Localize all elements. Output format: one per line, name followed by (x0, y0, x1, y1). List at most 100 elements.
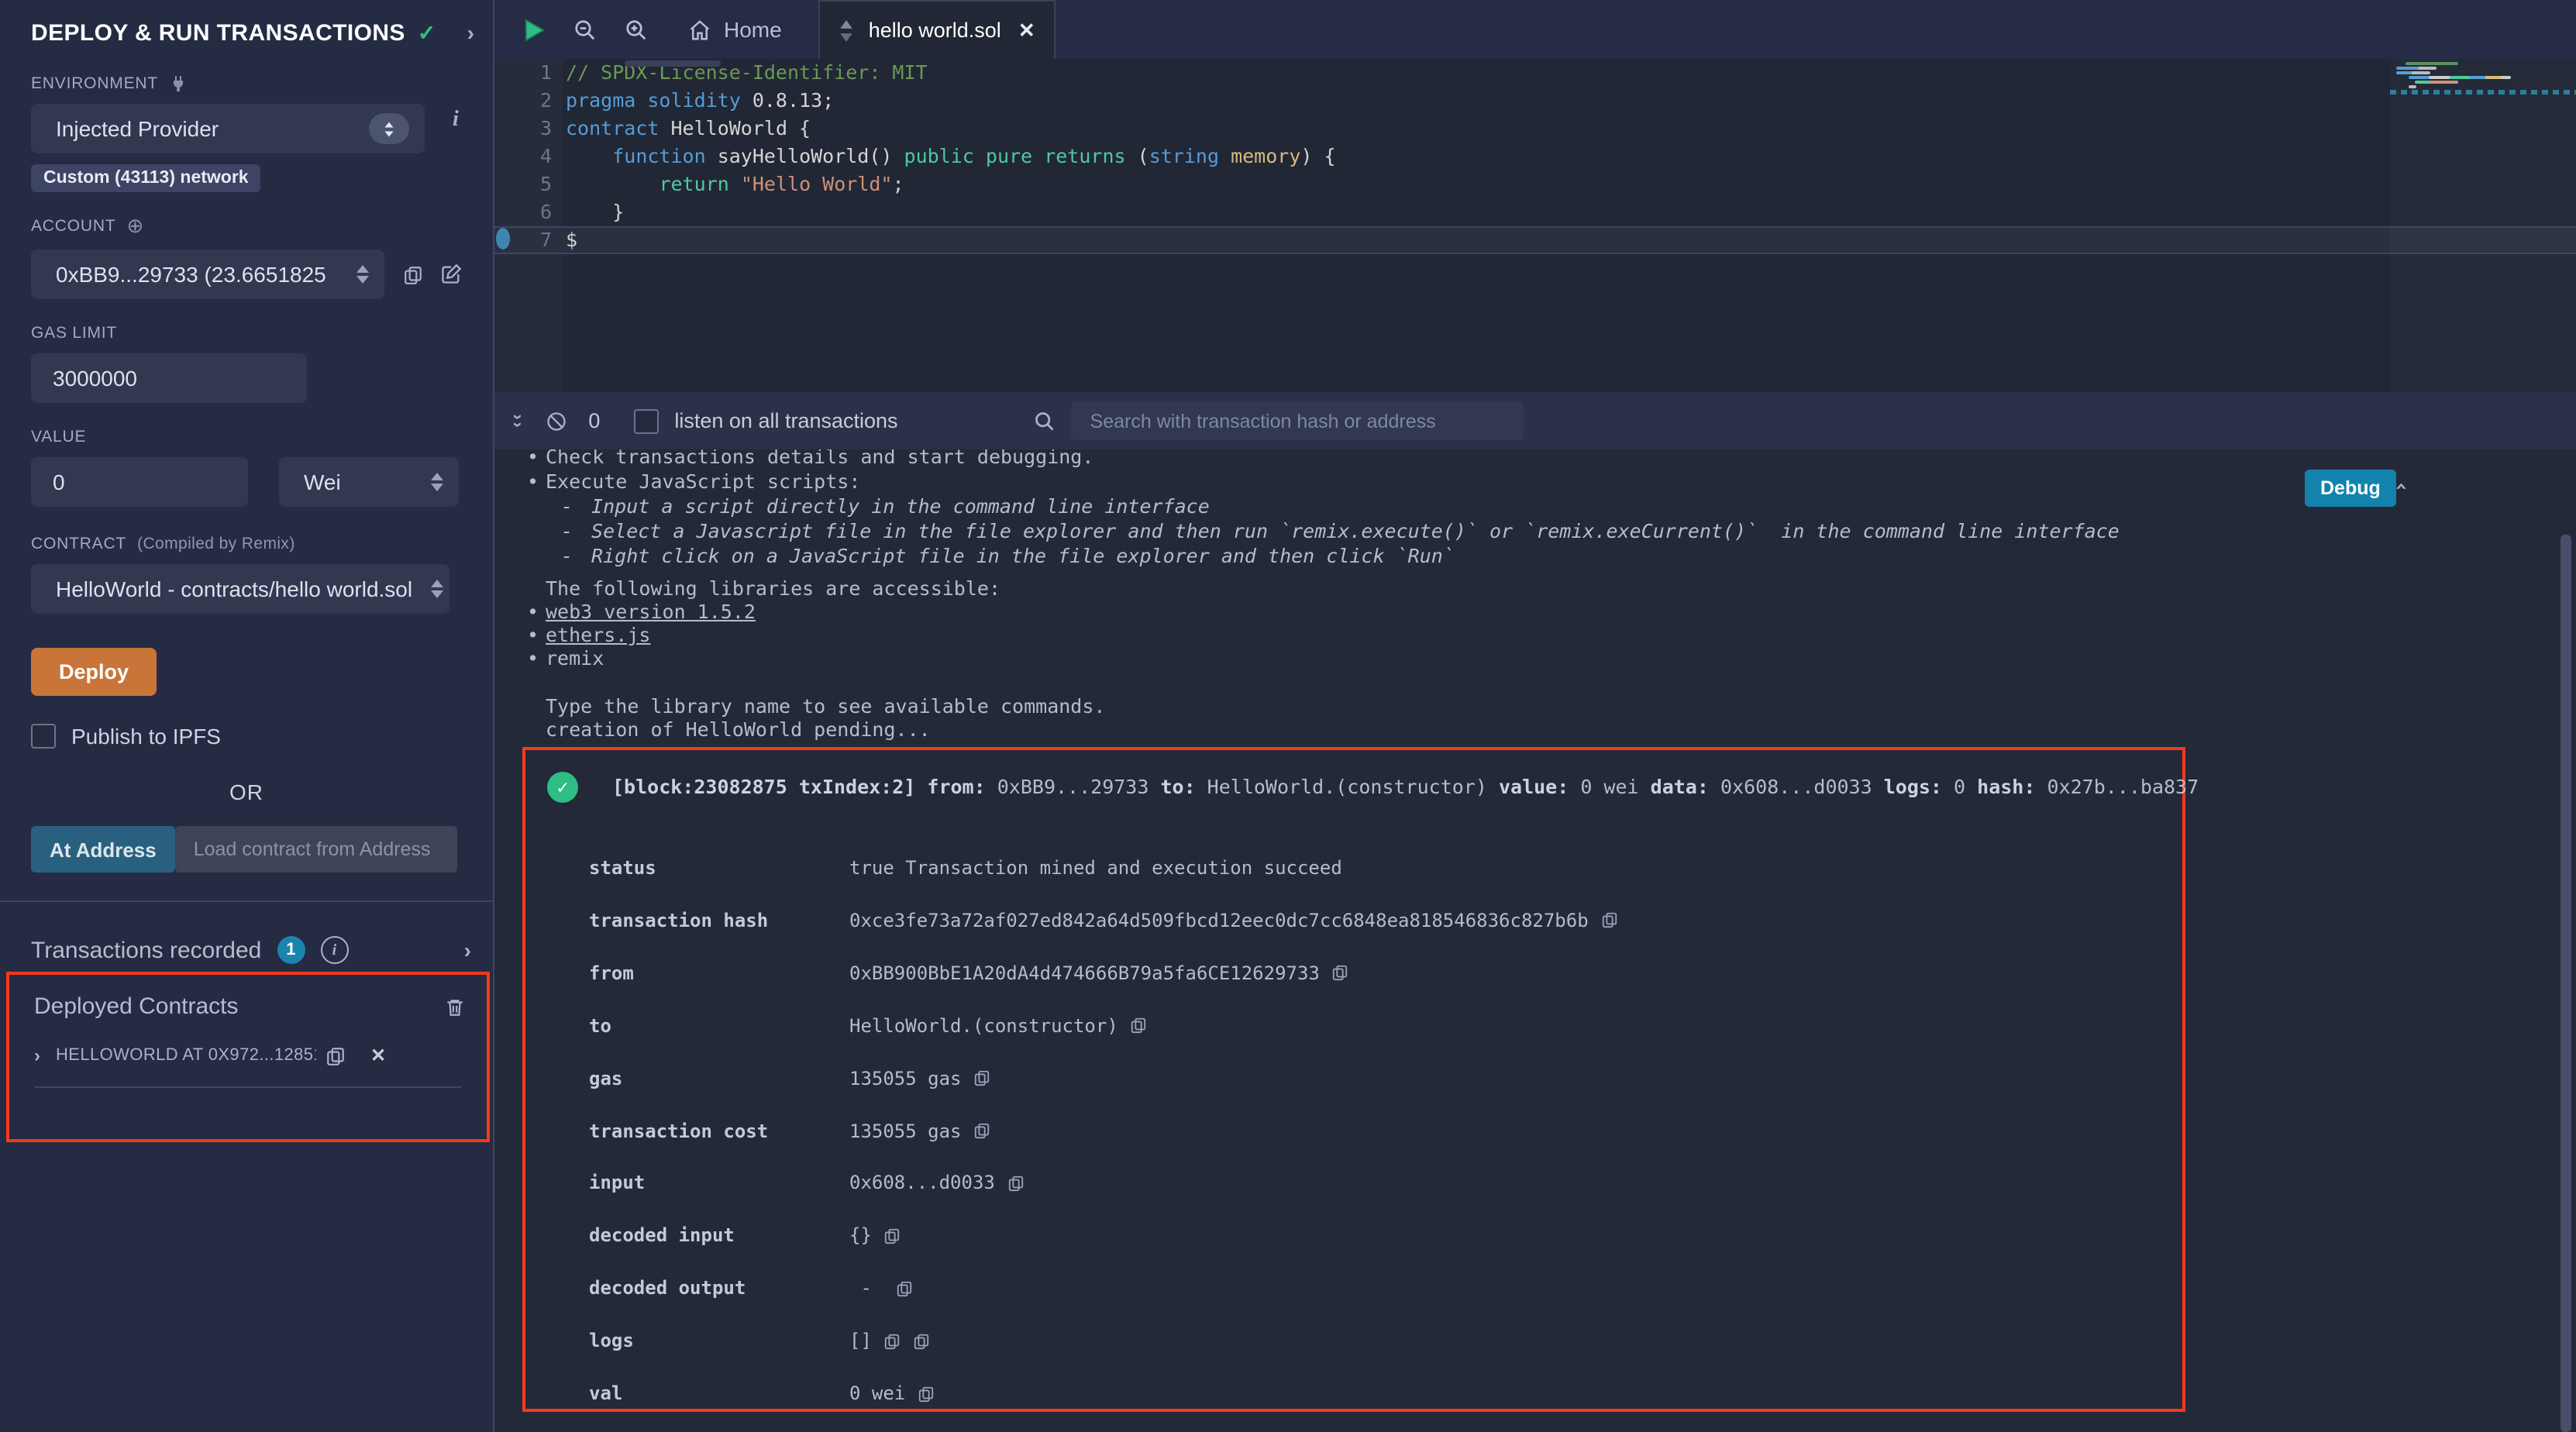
code-text: return "Hello World"; (552, 170, 904, 198)
compiled-check-icon: ✓ (418, 19, 467, 46)
copy-contract-icon[interactable] (325, 1045, 346, 1065)
page-title: DEPLOY & RUN TRANSACTIONS (31, 19, 405, 46)
tx-summary-line[interactable]: [block:23082875 txIndex:2] from: 0xBB9..… (612, 775, 2199, 798)
pending-tx-count: 0 (588, 409, 600, 432)
gas-limit-input[interactable] (31, 353, 307, 403)
terminal-search-input[interactable] (1072, 401, 1524, 440)
network-badge: Custom (43113) network (31, 164, 261, 192)
code-line[interactable]: 2pragma solidity 0.8.13; (493, 87, 2576, 115)
tab-home[interactable]: Home (688, 17, 782, 42)
account-value: 0xBB9...29733 (23.6651825 (56, 262, 347, 287)
close-tab-icon[interactable]: ✕ (1018, 18, 1035, 43)
code-editor[interactable]: 1// SPDX-License-Identifier: MIT2pragma … (493, 59, 2576, 392)
gas-limit-label: GAS LIMIT (31, 324, 462, 343)
copy-icon[interactable] (974, 1122, 991, 1139)
code-line[interactable]: 5 return "Hello World"; (493, 170, 2576, 198)
contract-select[interactable]: HelloWorld - contracts/hello world.sol (31, 564, 449, 614)
value-input[interactable] (31, 457, 248, 507)
info-icon[interactable]: i (320, 936, 348, 964)
value-unit-select[interactable]: Wei (279, 457, 459, 507)
tx-detail-label: input (589, 1172, 849, 1194)
library-link[interactable]: ethers.js (546, 623, 650, 646)
code-text: // SPDX-License-Identifier: MIT (552, 59, 928, 87)
publish-ipfs-checkbox[interactable] (31, 724, 56, 749)
code-text: } (552, 198, 624, 226)
code-text: $ (552, 226, 577, 254)
environment-select[interactable]: Injected Provider (31, 104, 425, 153)
deployed-contract-row[interactable]: › HELLOWORLD AT 0X972...12851 (B ✕ (9, 1020, 487, 1066)
panel-collapse-chevron-icon[interactable]: › (467, 20, 474, 45)
copy-account-icon[interactable] (403, 264, 423, 284)
terminal-line: •ethers.js (527, 623, 1000, 646)
value-label: VALUE (31, 428, 462, 446)
at-address-input[interactable] (175, 826, 457, 873)
code-line[interactable]: 7$ (493, 226, 2576, 254)
copy-icon[interactable] (974, 1069, 991, 1086)
line-number[interactable]: 6 (493, 198, 552, 226)
zoom-in-icon[interactable] (625, 18, 648, 41)
tx-detail-value: 0xBB900BbE1A20dA4d474666B79a5fa6CE126297… (849, 962, 1320, 984)
code-line[interactable]: 3contract HelloWorld { (493, 115, 2576, 143)
terminal-scrollbar-thumb[interactable] (2561, 535, 2571, 1432)
collapse-tx-chevron-icon[interactable]: › (2388, 480, 2413, 494)
select-stepper-icon (431, 580, 443, 598)
deployed-contract-label: HELLOWORLD AT 0X972...12851 (B (56, 1046, 316, 1065)
publish-ipfs-label: Publish to IPFS (71, 724, 221, 749)
terminal-line: - Input a script directly in the command… (527, 494, 2120, 519)
tx-detail-value: 0xce3fe73a72af027ed842a64d509fbcd12eec0d… (849, 910, 1589, 931)
copy-icon[interactable] (884, 1332, 901, 1349)
tx-detail-label: status (589, 857, 849, 879)
libraries-heading: The following libraries are accessible: (546, 577, 1000, 600)
deploy-button[interactable]: Deploy (31, 648, 157, 696)
editor-minimap[interactable] (2390, 59, 2576, 392)
transactions-expand-chevron-icon[interactable]: › (464, 938, 471, 962)
line-number[interactable]: 1 (493, 59, 552, 87)
account-select[interactable]: 0xBB9...29733 (23.6651825 (31, 250, 384, 299)
editor-hscrollbar[interactable] (625, 60, 721, 67)
copy-icon[interactable] (895, 1279, 912, 1296)
environment-label: ENVIRONMENT (31, 74, 462, 93)
code-line[interactable]: 1// SPDX-License-Identifier: MIT (493, 59, 2576, 87)
copy-icon[interactable] (884, 1227, 901, 1244)
terminal-output[interactable]: •Check transactions details and start de… (493, 449, 2576, 1432)
copy-icon[interactable] (1601, 912, 1618, 929)
environment-value: Injected Provider (56, 116, 356, 141)
library-link[interactable]: web3 version 1.5.2 (546, 600, 756, 623)
zoom-out-icon[interactable] (573, 18, 597, 41)
tx-detail-row: decoded output - (589, 1277, 912, 1299)
run-script-play-icon[interactable] (524, 18, 546, 41)
remove-contract-icon[interactable]: ✕ (370, 1045, 386, 1066)
collapse-terminal-icon[interactable]: ›› (515, 412, 520, 429)
tx-detail-row: transaction hash0xce3fe73a72af027ed842a6… (589, 910, 1618, 931)
clear-console-icon[interactable] (545, 410, 567, 432)
line-number[interactable]: 3 (493, 115, 552, 143)
line-number[interactable]: 5 (493, 170, 552, 198)
trash-icon[interactable] (445, 996, 465, 1017)
at-address-button[interactable]: At Address (31, 826, 175, 873)
transaction-annotation-box: ✓ [block:23082875 txIndex:2] from: 0xBB9… (522, 747, 2185, 1412)
code-line[interactable]: 6 } (493, 198, 2576, 226)
tx-detail-label: gas (589, 1067, 849, 1089)
library-hint: Type the library name to see available c… (546, 694, 1105, 718)
terminal-line: - Select a Javascript file in the file e… (527, 519, 2120, 544)
line-number[interactable]: 4 (493, 143, 552, 170)
copy-icon[interactable] (1131, 1017, 1148, 1034)
line-number[interactable]: 2 (493, 87, 552, 115)
code-line[interactable]: 4 function sayHelloWorld() public pure r… (493, 143, 2576, 170)
expand-contract-chevron-icon[interactable]: › (34, 1045, 40, 1066)
transactions-recorded-label: Transactions recorded (31, 937, 261, 963)
tab-hello-world-sol[interactable]: hello world.sol ✕ (819, 0, 1056, 59)
copy-icon[interactable] (1332, 965, 1349, 982)
listen-transactions-checkbox[interactable] (634, 408, 659, 433)
line-number[interactable]: 7 (493, 226, 552, 254)
edit-account-icon[interactable] (440, 263, 462, 285)
tx-detail-value: - (849, 1277, 883, 1299)
environment-info-icon[interactable]: i (453, 108, 459, 133)
terminal-line: •web3 version 1.5.2 (527, 600, 1000, 623)
copy-icon[interactable] (1007, 1175, 1025, 1192)
debug-button[interactable]: Debug (2305, 470, 2396, 507)
copy-icon[interactable] (918, 1385, 935, 1402)
add-account-icon[interactable]: ⊕ (126, 214, 144, 239)
tx-detail-value: HelloWorld.(constructor) (849, 1014, 1118, 1036)
copy-icon[interactable] (914, 1332, 931, 1349)
